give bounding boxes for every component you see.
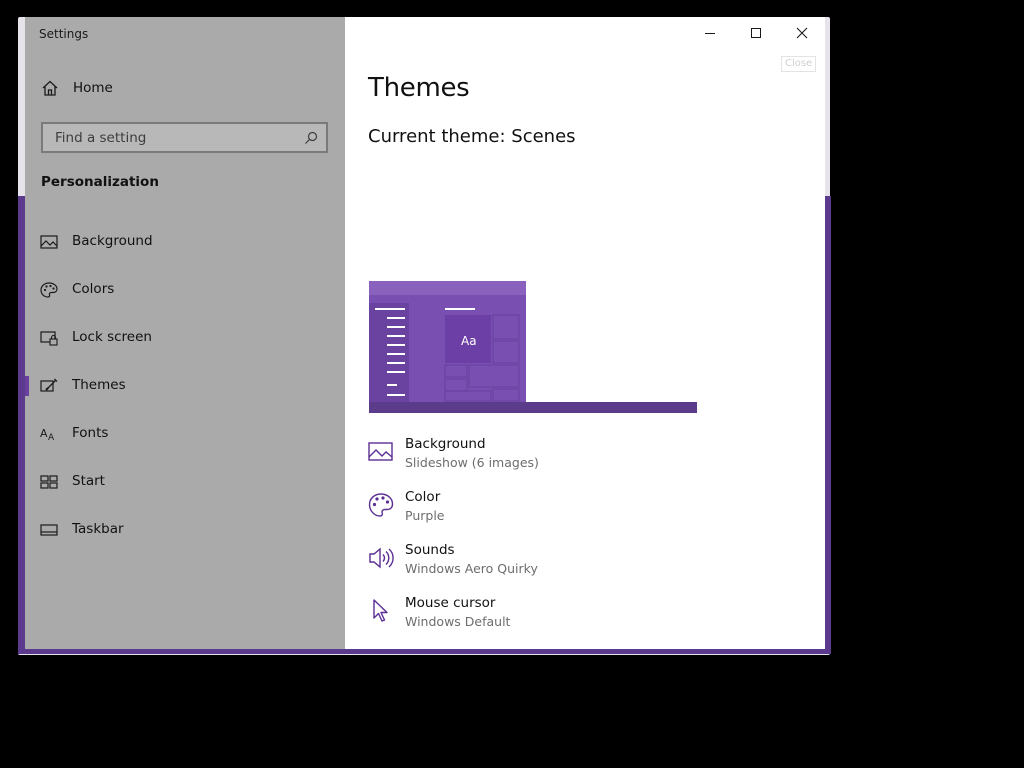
- sidebar-item-label: Colors: [72, 281, 115, 297]
- option-name: Color: [405, 489, 441, 505]
- window-accent-border-bottom: [18, 649, 831, 654]
- minimize-button[interactable]: [687, 17, 733, 49]
- option-value: Windows Default: [405, 614, 511, 629]
- start-icon: [40, 475, 58, 489]
- lock-screen-icon: [40, 331, 58, 346]
- preview-sample-text: Aa: [461, 334, 477, 348]
- svg-text:A: A: [48, 433, 55, 442]
- sidebar-item-label: Lock screen: [72, 329, 152, 345]
- cursor-icon: [373, 599, 388, 622]
- palette-icon: [368, 493, 394, 517]
- selection-indicator: [25, 376, 29, 396]
- option-value: Slideshow (6 images): [405, 455, 539, 470]
- speaker-icon: [369, 547, 394, 569]
- sidebar-item-background[interactable]: Background: [25, 222, 345, 262]
- home-icon: [42, 80, 58, 96]
- option-name: Background: [405, 436, 486, 452]
- sidebar-item-label: Fonts: [72, 425, 109, 441]
- sidebar-item-colors[interactable]: Colors: [25, 270, 345, 310]
- picture-icon: [368, 442, 393, 461]
- search-input[interactable]: [53, 128, 304, 147]
- close-tooltip: Close: [781, 56, 817, 72]
- page-title: Themes: [368, 73, 470, 103]
- sidebar-item-start[interactable]: Start: [25, 462, 345, 502]
- option-name: Mouse cursor: [405, 595, 496, 611]
- search-box[interactable]: [41, 122, 328, 153]
- theme-option-mouse-cursor[interactable]: Mouse cursor Windows Default: [368, 595, 788, 643]
- main-content: Close Themes Current theme: Scenes Aa Ba…: [345, 17, 825, 649]
- theme-option-background[interactable]: Background Slideshow (6 images): [368, 436, 788, 484]
- theme-option-sounds[interactable]: Sounds Windows Aero Quirky: [368, 542, 788, 590]
- sidebar-item-lock-screen[interactable]: Lock screen: [25, 318, 345, 358]
- option-name: Sounds: [405, 542, 455, 558]
- palette-icon: [40, 282, 58, 298]
- close-icon: [796, 27, 808, 39]
- current-theme-heading: Current theme: Scenes: [368, 126, 576, 147]
- maximize-button[interactable]: [733, 17, 779, 49]
- sidebar-item-label: Start: [72, 473, 105, 489]
- picture-icon: [40, 235, 58, 249]
- sidebar-item-label: Background: [72, 233, 153, 249]
- minimize-icon: [705, 33, 715, 34]
- option-value: Windows Aero Quirky: [405, 561, 538, 576]
- sidebar-item-taskbar[interactable]: Taskbar: [25, 510, 345, 550]
- home-link[interactable]: Home: [41, 80, 113, 96]
- window-accent-border-left: [18, 196, 25, 652]
- theme-option-color[interactable]: Color Purple: [368, 489, 788, 537]
- window-accent-border-right: [825, 196, 831, 652]
- taskbar-icon: [40, 524, 58, 536]
- sidebar-item-label: Taskbar: [72, 521, 124, 537]
- sidebar-item-fonts[interactable]: A A Fonts: [25, 414, 345, 454]
- brush-icon: [40, 378, 58, 392]
- sidebar: Settings Home Personalization Background…: [25, 17, 345, 649]
- svg-text:A: A: [40, 427, 48, 440]
- home-label: Home: [73, 80, 113, 96]
- option-value: Purple: [405, 508, 445, 523]
- app-title: Settings: [39, 27, 89, 41]
- fonts-icon: A A: [40, 427, 55, 442]
- search-icon[interactable]: [304, 131, 318, 145]
- close-button[interactable]: [779, 17, 825, 49]
- sidebar-item-label: Themes: [72, 377, 126, 393]
- sidebar-item-themes[interactable]: Themes: [25, 366, 345, 406]
- section-title: Personalization: [41, 174, 159, 190]
- theme-preview[interactable]: Aa: [369, 281, 697, 413]
- maximize-icon: [751, 28, 761, 38]
